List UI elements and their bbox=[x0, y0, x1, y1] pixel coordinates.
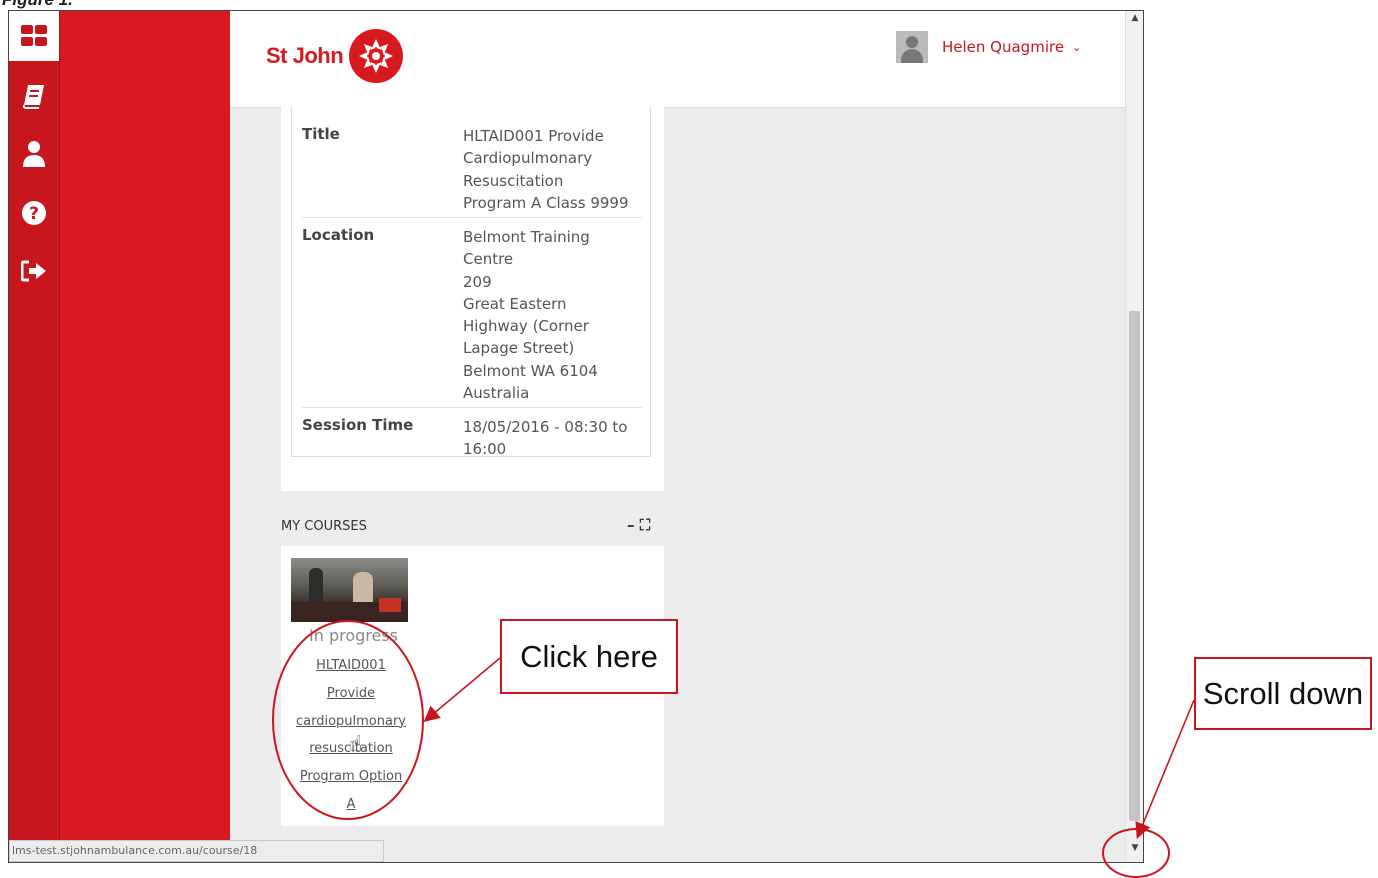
click-here-arrow bbox=[423, 657, 501, 723]
annotation-arrows bbox=[423, 657, 1195, 839]
scroll-down-arrow bbox=[1135, 699, 1195, 839]
